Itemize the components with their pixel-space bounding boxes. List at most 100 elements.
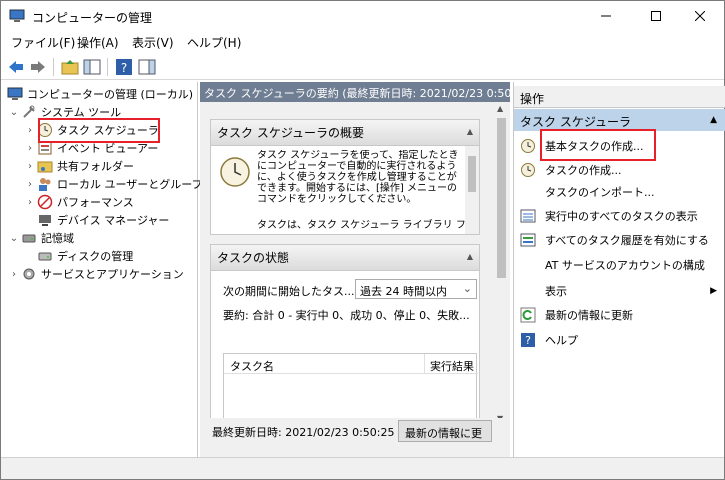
menu-action[interactable]: 操作(A) — [77, 34, 119, 51]
submenu-arrow-icon: ▶ — [710, 286, 717, 296]
disk-icon — [38, 252, 52, 261]
close-button[interactable] — [677, 1, 723, 31]
action-refresh[interactable]: 最新の情報に更新 — [514, 303, 725, 327]
tools-icon — [23, 105, 35, 118]
toolbar: ? — [1, 54, 724, 80]
collapse-icon[interactable]: ▲ — [467, 252, 473, 261]
menu-help[interactable]: ヘルプ(H) — [187, 34, 241, 51]
overview-scrollbar[interactable] — [465, 146, 479, 234]
refresh-icon — [520, 307, 536, 323]
status-bar — [1, 457, 724, 479]
action-label: AT サービスのアカウントの構成 — [545, 259, 705, 272]
action-enable-history[interactable]: すべてのタスク履歴を有効にする — [514, 228, 725, 252]
minimize-button[interactable] — [583, 1, 629, 31]
tree-item-local-users[interactable]: › ローカル ユーザーとグループ — [25, 175, 203, 193]
action-label: すべてのタスク履歴を有効にする — [545, 234, 709, 247]
status-title: タスクの状態 — [217, 251, 290, 265]
action-view[interactable]: 表示 ▶ — [514, 279, 725, 303]
tree-label: パフォーマンス — [57, 196, 134, 209]
collapse-icon[interactable]: ▲ — [710, 115, 717, 125]
chevron-right-icon[interactable]: › — [9, 269, 19, 280]
services-icon — [23, 268, 35, 280]
action-label: 表示 — [545, 285, 567, 298]
table-header: タスク名 実行結果 — [224, 354, 478, 374]
menu-file[interactable]: ファイル(F) — [11, 34, 75, 51]
last-updated: 最終更新日時: 2021/02/23 0:50:25 — [212, 426, 395, 439]
menu-view[interactable]: 表示(V) — [132, 34, 174, 51]
chevron-right-icon[interactable]: › — [25, 161, 35, 172]
highlight-box — [540, 129, 656, 161]
scroll-thumb[interactable] — [468, 156, 476, 192]
chevron-right-icon[interactable]: › — [25, 143, 35, 154]
tree-item-storage[interactable]: ⌄ 記憶域 — [9, 229, 74, 247]
overview-text-2: タスクは、タスク スケジューラ ライブラリ フ — [257, 220, 465, 231]
computer-management-icon — [7, 87, 23, 100]
menu-bar: ファイル(F) 操作(A) 表示(V) ヘルプ(H) — [1, 31, 724, 53]
overview-title-bar[interactable]: タスク スケジューラの概要 ▲ — [211, 120, 479, 146]
chevron-right-icon[interactable]: › — [25, 125, 35, 136]
window-title: コンピューターの管理 — [32, 11, 153, 25]
help-icon: ? — [521, 333, 535, 347]
action-configure-at-service[interactable]: AT サービスのアカウントの構成 — [514, 253, 725, 277]
history-icon — [520, 233, 536, 247]
overview-panel: タスク スケジューラの概要 ▲ タスク スケジューラを使って、指定したときにコン… — [210, 119, 480, 235]
action-import-task[interactable]: タスクのインポート... — [514, 180, 725, 204]
tree-label: デバイス マネージャー — [57, 214, 170, 227]
clock-icon — [521, 163, 535, 177]
summary-pane: タスク スケジューラの要約 (最終更新日時: 2021/02/23 0:50:2… — [200, 82, 510, 457]
device-manager-icon — [39, 215, 51, 226]
svg-text:?: ? — [121, 61, 127, 75]
collapse-icon[interactable]: ▲ — [467, 127, 473, 136]
period-select-value: 過去 24 時間以内 — [360, 285, 447, 298]
actions-section[interactable]: タスク スケジューラ ▲ — [514, 109, 725, 131]
scroll-thumb[interactable] — [497, 118, 506, 278]
tree-label: ディスクの管理 — [57, 250, 134, 263]
forward-icon[interactable] — [29, 58, 47, 76]
chevron-right-icon[interactable]: › — [25, 197, 35, 208]
column-divider — [424, 354, 425, 374]
tree-item-root[interactable]: コンピューターの管理 (ローカル) — [5, 85, 193, 103]
tree-item-shared-folders[interactable]: › 共有フォルダー — [25, 157, 134, 175]
users-icon — [39, 178, 51, 191]
tree-item-performance[interactable]: › パフォーマンス — [25, 193, 134, 211]
chevron-down-icon[interactable]: ⌄ — [9, 233, 19, 244]
chevron-right-icon[interactable]: › — [25, 179, 35, 190]
col-task-name[interactable]: タスク名 — [230, 358, 274, 374]
action-show-running-tasks[interactable]: 実行中のすべてのタスクの表示 — [514, 204, 725, 228]
clock-icon — [521, 139, 535, 153]
tree-item-services-apps[interactable]: › サービスとアプリケーション — [9, 265, 184, 283]
summary-text: 要約: 合計 0 - 実行中 0、成功 0、停止 0、失敗... — [223, 309, 470, 322]
tree-item-device-manager[interactable]: デバイス マネージャー — [35, 211, 169, 229]
help-icon[interactable]: ? — [115, 58, 133, 76]
summary-footer: 最終更新日時: 2021/02/23 0:50:25 最新の情報に更 — [200, 418, 510, 448]
clock-icon — [220, 157, 250, 187]
refresh-button[interactable]: 最新の情報に更 — [398, 420, 492, 442]
maximize-icon — [651, 11, 661, 21]
list-icon — [520, 209, 536, 223]
actions-section-label: タスク スケジューラ — [520, 115, 631, 129]
back-icon[interactable] — [7, 58, 25, 76]
highlight-box — [38, 118, 160, 143]
console-tree: コンピューターの管理 (ローカル) ⌄ システム ツール › タスク スケジュー… — [1, 82, 203, 457]
tree-label: ローカル ユーザーとグループ — [57, 178, 203, 191]
summary-header: タスク スケジューラの要約 (最終更新日時: 2021/02/23 0:50:2… — [200, 82, 510, 102]
overview-title: タスク スケジューラの概要 — [217, 126, 364, 140]
task-table: タスク名 実行結果 — [223, 353, 478, 423]
action-create-task[interactable]: タスクの作成... — [514, 158, 725, 182]
tree-label: 記憶域 — [41, 232, 74, 245]
action-label: タスクのインポート... — [545, 186, 655, 199]
chevron-down-icon[interactable]: ⌄ — [9, 107, 19, 118]
summary-scrollbar[interactable]: ▲ ▼ — [493, 102, 510, 428]
chevron-down-icon: ⌄ — [462, 282, 472, 295]
scroll-up-icon[interactable]: ▲ — [497, 104, 503, 113]
show-action-pane-icon[interactable] — [138, 58, 156, 76]
show-hide-tree-icon[interactable] — [83, 58, 101, 76]
col-result[interactable]: 実行結果 — [430, 358, 476, 374]
period-select[interactable]: 過去 24 時間以内 ⌄ — [355, 279, 477, 299]
status-title-bar[interactable]: タスクの状態 ▲ — [211, 245, 479, 271]
maximize-button[interactable] — [633, 1, 679, 31]
action-help[interactable]: ? ヘルプ — [514, 328, 725, 352]
action-label: ヘルプ — [545, 334, 578, 347]
tree-item-disk-management[interactable]: ディスクの管理 — [35, 247, 133, 265]
up-folder-icon[interactable] — [61, 58, 79, 76]
